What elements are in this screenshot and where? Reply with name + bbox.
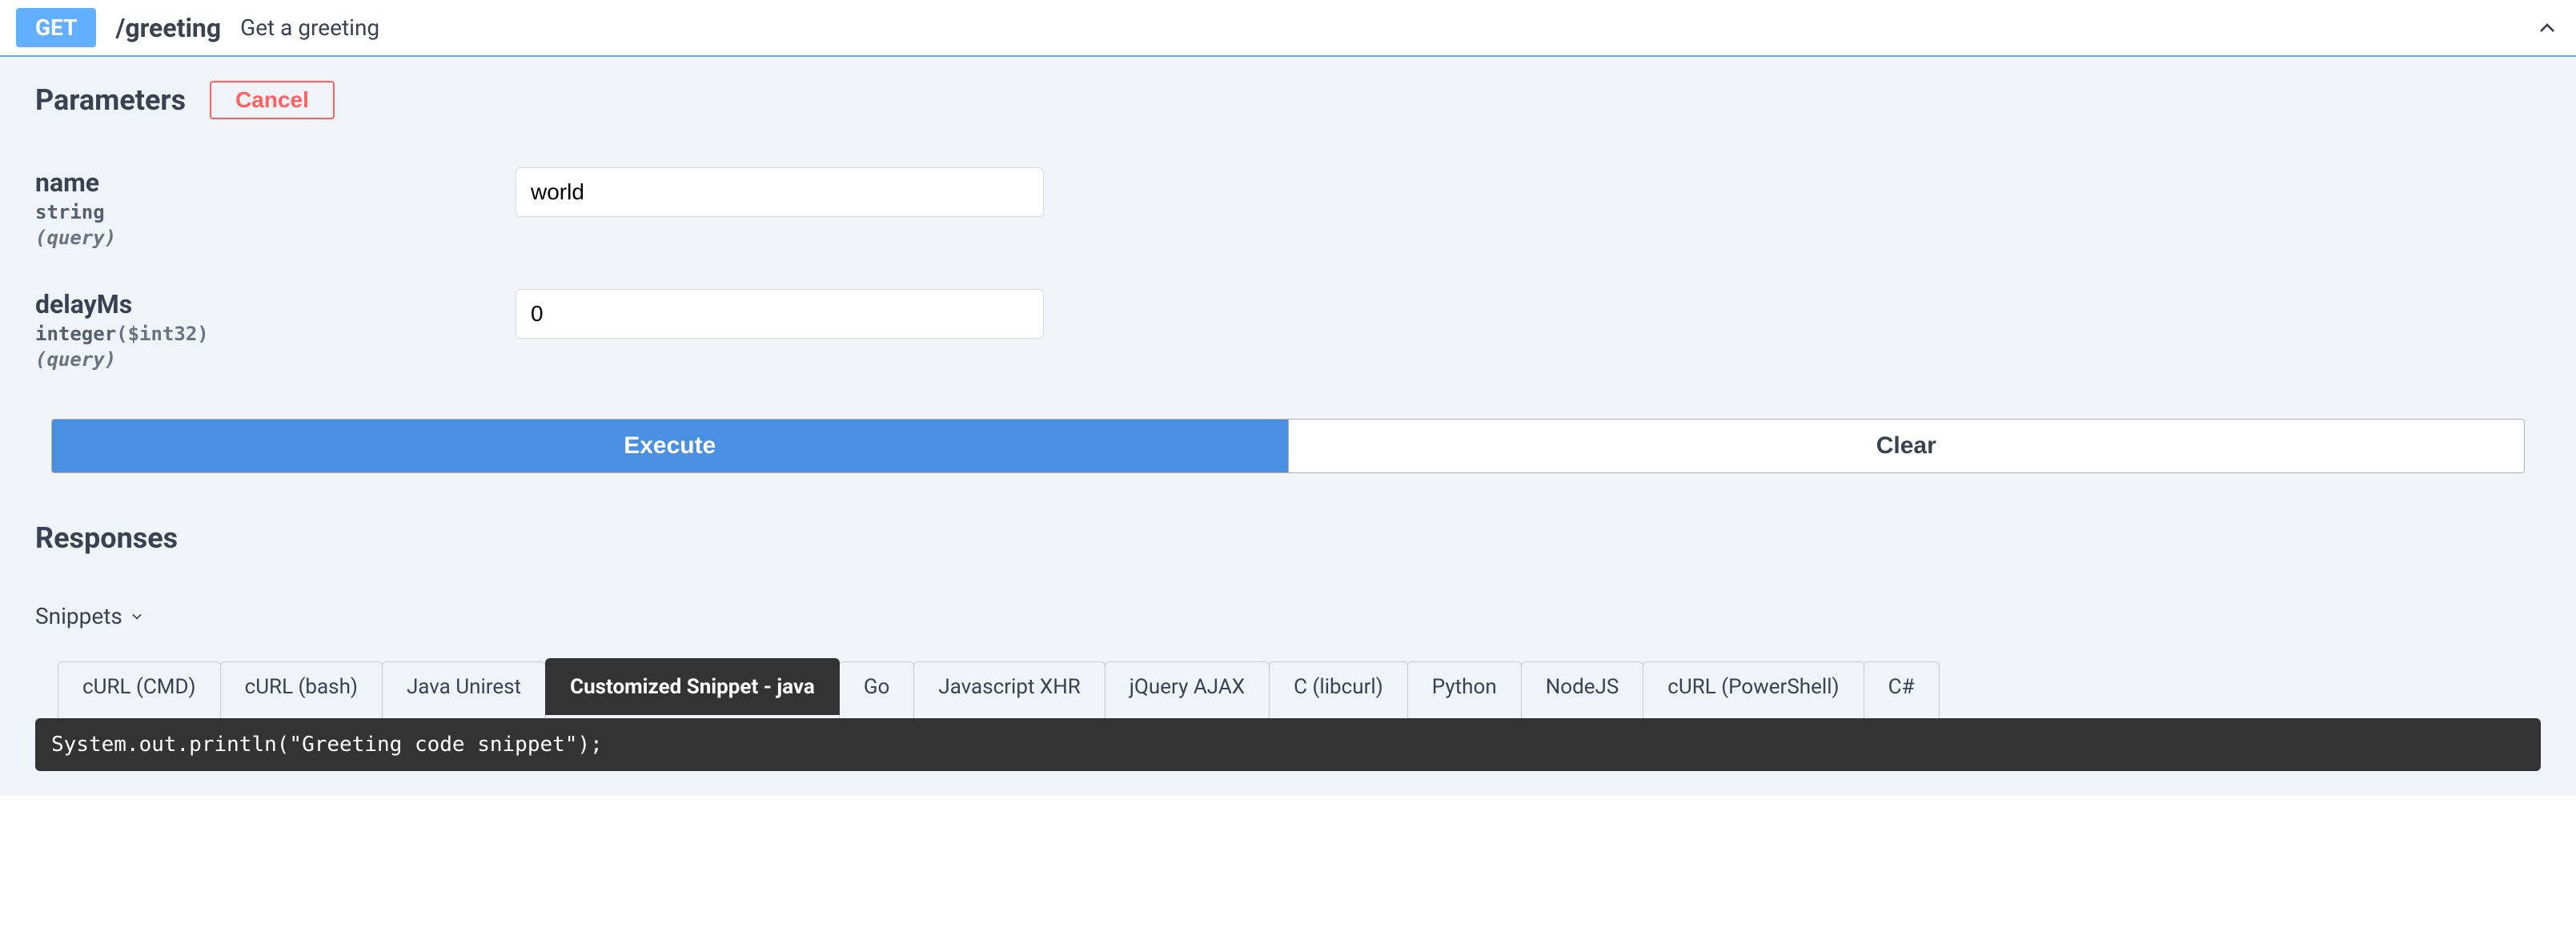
snippets-toggle[interactable]: Snippets — [35, 603, 145, 629]
parameter-row: name string (query) — [35, 167, 2541, 249]
parameter-input-delayms[interactable] — [516, 289, 1044, 339]
snippet-tab[interactable]: cURL (bash) — [220, 661, 383, 718]
cancel-button[interactable]: Cancel — [210, 81, 335, 119]
parameter-type-base: integer — [35, 323, 116, 345]
parameter-row: delayMs integer($int32) (query) — [35, 289, 2541, 371]
collapse-icon[interactable] — [2534, 15, 2560, 41]
parameter-type: integer($int32) — [35, 323, 516, 345]
snippet-tab[interactable]: Java Unirest — [382, 661, 546, 718]
parameters-title: Parameters — [35, 83, 186, 117]
parameter-input-name[interactable] — [516, 167, 1044, 217]
parameters-table: name string (query) delayMs integer($int… — [35, 167, 2541, 371]
snippet-tab[interactable]: NodeJS — [1521, 661, 1644, 718]
parameter-name: name — [35, 167, 516, 198]
execute-button[interactable]: Execute — [52, 420, 1288, 472]
code-snippet: System.out.println("Greeting code snippe… — [35, 718, 2541, 771]
chevron-down-icon — [129, 609, 145, 625]
action-bar: Execute Clear — [51, 419, 2525, 473]
snippet-tab[interactable]: Javascript XHR — [913, 661, 1105, 718]
parameter-in: (query) — [35, 348, 516, 371]
endpoint-header[interactable]: GET /greeting Get a greeting — [0, 0, 2576, 57]
snippet-tab[interactable]: cURL (CMD) — [58, 661, 221, 718]
endpoint-body: Parameters Cancel name string (query) de… — [0, 57, 2576, 795]
snippet-tab[interactable]: C (libcurl) — [1269, 661, 1408, 718]
snippets-label: Snippets — [35, 603, 122, 629]
snippet-tab[interactable]: Customized Snippet - java — [545, 658, 840, 715]
parameter-meta: delayMs integer($int32) (query) — [35, 289, 516, 371]
parameters-header: Parameters Cancel — [35, 81, 2541, 119]
snippet-tabs: cURL (CMD)cURL (bash)Java UnirestCustomi… — [58, 661, 2541, 718]
parameter-in: (query) — [35, 227, 516, 249]
responses-title: Responses — [35, 521, 2541, 555]
endpoint-description: Get a greeting — [240, 14, 379, 41]
http-method-badge: GET — [16, 8, 96, 47]
parameter-meta: name string (query) — [35, 167, 516, 249]
snippet-tab[interactable]: jQuery AJAX — [1105, 661, 1270, 718]
parameter-type: string — [35, 201, 516, 223]
snippet-tab[interactable]: cURL (PowerShell) — [1643, 661, 1864, 718]
endpoint-path: /greeting — [115, 13, 221, 43]
parameter-format: ($int32) — [116, 323, 209, 345]
snippet-tab[interactable]: Python — [1407, 661, 1522, 718]
parameter-name: delayMs — [35, 289, 516, 319]
clear-button[interactable]: Clear — [1288, 420, 2525, 472]
snippet-tab[interactable]: C# — [1864, 661, 1940, 718]
snippet-tab[interactable]: Go — [839, 661, 915, 718]
